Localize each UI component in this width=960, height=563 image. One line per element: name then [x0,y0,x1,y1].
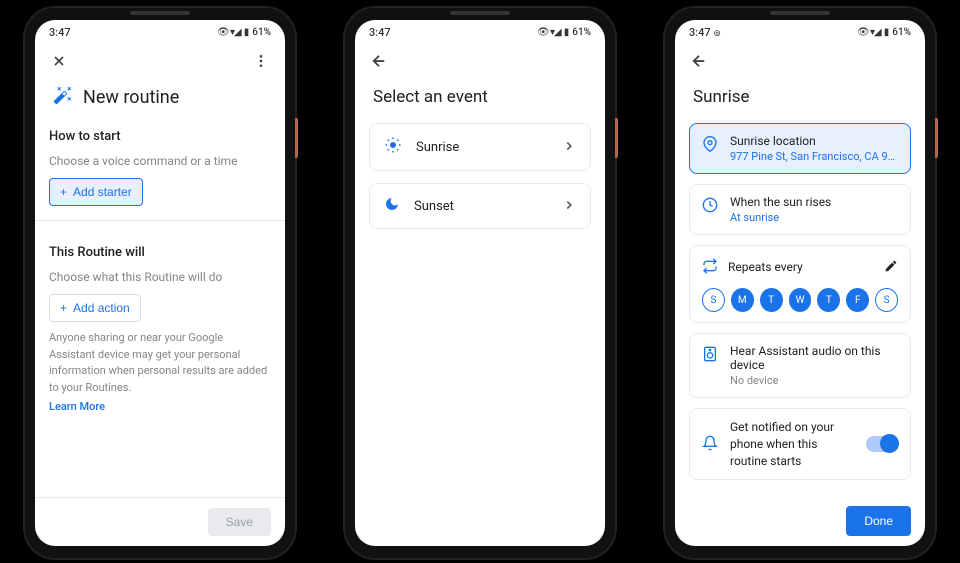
plus-icon: + [60,185,67,199]
battery-pct: 61% [892,27,911,38]
moon-icon [384,196,400,216]
clock-icon [702,197,718,217]
when-card[interactable]: When the sun rises At sunrise [689,184,911,235]
status-time: 3:47 [49,26,71,39]
phone-frame-3: 3:47 ⊚ 👁 ▾◢ ▮ 61% Sunrise [665,8,935,558]
when-value: At sunrise [730,211,898,224]
chevron-right-icon [562,197,576,216]
event-label: Sunrise [416,140,548,155]
how-to-start-header: How to start [49,119,271,150]
back-icon[interactable] [687,49,711,73]
day-toggle[interactable]: F [846,288,869,312]
add-starter-label: Add starter [73,185,132,199]
location-card[interactable]: Sunrise location 977 Pine St, San Franci… [689,123,911,174]
device-icon [702,346,718,366]
save-button[interactable]: Save [208,508,271,536]
status-time: 3:47 [369,26,391,39]
battery-icon: ▮ [564,27,570,38]
repeat-icon [702,258,718,278]
day-toggle[interactable]: T [817,288,840,312]
notify-text: Get notified on your phone when this rou… [730,419,854,469]
location-title: Sunrise location [730,134,898,148]
status-right: 👁 ▾◢ ▮ 61% [537,27,591,38]
chevron-right-icon [562,138,576,157]
top-bar [355,43,605,79]
footer: Done [675,496,925,546]
cast-icon: ⊚ [713,29,721,39]
status-icons: 👁 ▾◢ [217,27,241,38]
choose-what-sub: Choose what this Routine will do [49,266,271,294]
learn-more-link[interactable]: Learn More [49,400,271,413]
battery-icon: ▮ [884,27,890,38]
status-icons: 👁 ▾◢ [537,27,561,38]
status-bar: 3:47 👁 ▾◢ ▮ 61% [35,20,285,43]
day-toggle[interactable]: W [789,288,812,312]
status-time: 3:47 [689,26,711,39]
screen-2: 3:47 👁 ▾◢ ▮ 61% Select an event SunriseS… [355,20,605,546]
footer: Save [35,497,285,546]
routine-will-header: This Routine will [49,235,271,266]
location-value: 977 Pine St, San Francisco, CA 94108,… [730,150,898,163]
bell-icon [702,435,718,455]
day-toggle[interactable]: S [702,288,725,312]
more-icon[interactable] [249,49,273,73]
hear-audio-sub: No device [730,374,898,387]
hear-audio-title: Hear Assistant audio on this device [730,344,898,372]
sun-icon [384,136,402,158]
status-bar: 3:47 ⊚ 👁 ▾◢ ▮ 61% [675,20,925,43]
done-button[interactable]: Done [846,506,911,536]
back-icon[interactable] [367,49,391,73]
repeats-label: Repeats every [728,260,874,274]
status-right: 👁 ▾◢ ▮ 61% [217,27,271,38]
add-starter-button[interactable]: + Add starter [49,178,143,206]
phone-frame-1: 3:47 👁 ▾◢ ▮ 61% New routine How to sta [25,8,295,558]
day-toggle[interactable]: S [875,288,898,312]
page-title: New routine [83,87,179,108]
event-label: Sunset [414,199,548,214]
page-title: Select an event [369,79,591,123]
status-right: 👁 ▾◢ ▮ 61% [857,27,911,38]
event-sunset[interactable]: Sunset [369,183,591,229]
choose-voice-sub: Choose a voice command or a time [49,150,271,178]
page-title: Sunrise [689,79,911,123]
status-bar: 3:47 👁 ▾◢ ▮ 61% [355,20,605,43]
top-bar [675,43,925,79]
notify-toggle[interactable] [866,436,898,452]
screen-1: 3:47 👁 ▾◢ ▮ 61% New routine How to sta [35,20,285,546]
plus-icon: + [60,301,67,315]
battery-pct: 61% [252,27,271,38]
close-icon[interactable] [47,49,71,73]
battery-pct: 61% [572,27,591,38]
content-3: Sunrise Sunrise location 977 Pine St, Sa… [675,79,925,496]
screen-3: 3:47 ⊚ 👁 ▾◢ ▮ 61% Sunrise [675,20,925,546]
when-title: When the sun rises [730,195,898,209]
add-action-label: Add action [73,301,130,315]
privacy-info: Anyone sharing or near your Google Assis… [49,322,271,400]
status-time-row: 3:47 ⊚ [689,26,721,39]
divider [35,220,285,221]
hear-audio-card[interactable]: Hear Assistant audio on this device No d… [689,333,911,398]
edit-icon[interactable] [884,258,898,277]
magic-wand-icon [53,85,73,109]
notify-card: Get notified on your phone when this rou… [689,408,911,480]
days-row: SMTWTFS [702,288,898,312]
status-icons: 👁 ▾◢ [857,27,881,38]
day-toggle[interactable]: T [760,288,783,312]
content-1: New routine How to start Choose a voice … [35,79,285,497]
repeats-card: Repeats every SMTWTFS [689,245,911,323]
content-2: Select an event Sunrise Sunset [355,79,605,546]
location-icon [702,136,718,156]
top-bar [35,43,285,79]
title-row: New routine [49,79,271,119]
day-toggle[interactable]: M [731,288,754,312]
event-sunrise[interactable]: Sunrise [369,123,591,171]
add-action-button[interactable]: + Add action [49,294,141,322]
phone-frame-2: 3:47 👁 ▾◢ ▮ 61% Select an event SunriseS… [345,8,615,558]
battery-icon: ▮ [244,27,250,38]
